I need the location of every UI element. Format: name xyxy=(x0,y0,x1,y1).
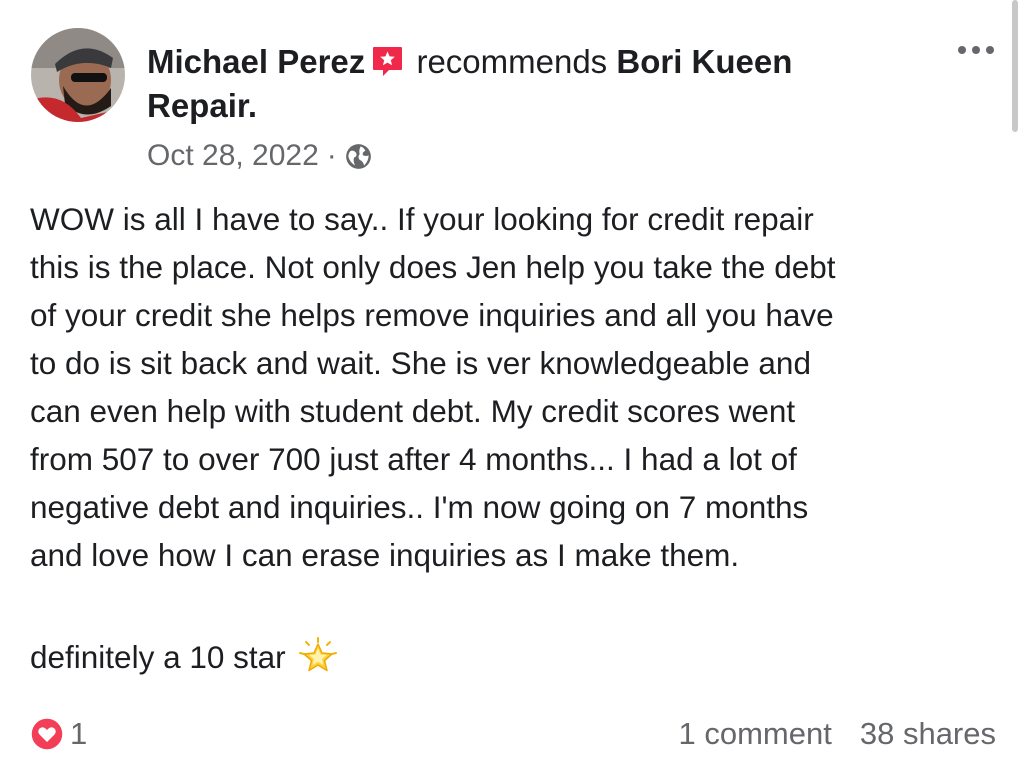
reaction-count: 1 xyxy=(70,716,88,751)
avatar[interactable] xyxy=(31,28,125,122)
post-body: WOW is all I have to say.. If your looki… xyxy=(30,195,990,579)
rating-text: definitely a 10 star xyxy=(30,639,286,675)
post-body-line: WOW is all I have to say.. If your looki… xyxy=(30,201,814,237)
more-options-icon[interactable] xyxy=(956,40,996,60)
rating-line: definitely a 10 star xyxy=(30,633,338,681)
post-card: Michael Perez recommends Bori Kueen Repa… xyxy=(0,0,1024,777)
more-dot xyxy=(958,46,966,54)
post-footer: 1 1 comment 38 shares xyxy=(30,712,996,756)
recommendation-badge-icon xyxy=(371,45,404,78)
globe-icon[interactable] xyxy=(345,143,372,170)
author-name[interactable]: Michael Perez xyxy=(147,43,365,80)
post-body-line: this is the place. Not only does Jen hel… xyxy=(30,249,836,285)
recommends-text: recommends xyxy=(416,43,608,80)
post-meta: Oct 28, 2022 · xyxy=(147,138,372,174)
post-body-line: can even help with student debt. My cred… xyxy=(30,393,796,429)
post-date[interactable]: Oct 28, 2022 xyxy=(147,138,319,174)
reactions[interactable]: 1 xyxy=(30,716,87,752)
comments-link[interactable]: 1 comment xyxy=(679,716,832,752)
engagement-stats: 1 comment 38 shares xyxy=(679,716,996,752)
post-body-line: negative debt and inquiries.. I'm now go… xyxy=(30,489,809,525)
post-body-line: to do is sit back and wait. She is ver k… xyxy=(30,345,811,381)
post-header: Michael Perez recommends Bori Kueen Repa… xyxy=(147,40,907,128)
love-reaction-icon xyxy=(30,717,64,751)
glowing-star-icon xyxy=(298,637,338,677)
shares-link[interactable]: 38 shares xyxy=(860,716,996,752)
page-name-continued[interactable]: Repair. xyxy=(147,87,257,124)
more-dot xyxy=(986,46,994,54)
page-name[interactable]: Bori Kueen xyxy=(616,43,792,80)
avatar-photo xyxy=(31,28,125,122)
post-body-line: from 507 to over 700 just after 4 months… xyxy=(30,441,797,477)
post-body-line: of your credit she helps remove inquirie… xyxy=(30,297,834,333)
meta-separator: · xyxy=(326,139,337,172)
more-dot xyxy=(972,46,980,54)
post-body-line: and love how I can erase inquiries as I … xyxy=(30,537,740,573)
scrollbar[interactable] xyxy=(1012,0,1018,132)
